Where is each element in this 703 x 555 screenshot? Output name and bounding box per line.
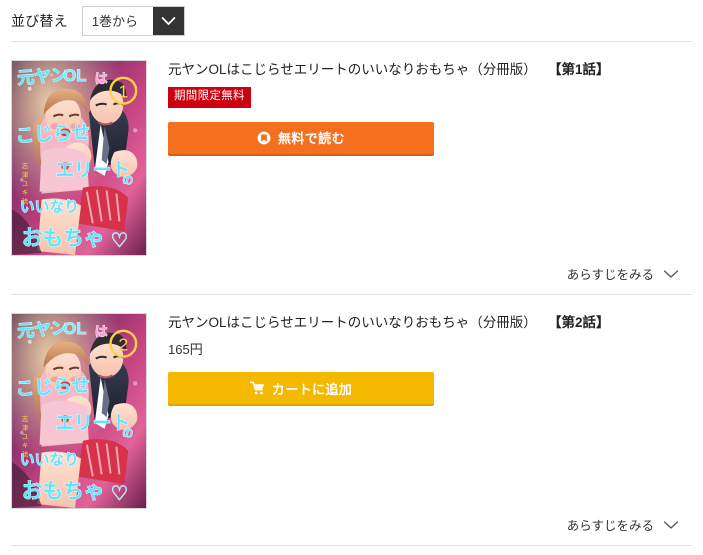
- read-free-button[interactable]: 無料で読む: [168, 121, 434, 154]
- product-title-text: 元ヤンOLはこじらせエリートのいいなりおもちゃ（分冊版）: [168, 62, 537, 77]
- svg-text:津: 津: [22, 171, 29, 179]
- sort-select[interactable]: 1巻から: [81, 5, 185, 36]
- svg-text:元ヤン: 元ヤン: [17, 65, 68, 88]
- synopsis-toggle[interactable]: あらすじをみる: [567, 515, 679, 534]
- product-price: 165円: [168, 342, 203, 358]
- svg-text:OL: OL: [63, 319, 86, 338]
- book-cover-thumbnail[interactable]: 元ヤン OL は こじらせ エリート の いいなり おもちゃ ♡ 志津ユ キ琉 …: [11, 313, 147, 509]
- cover-volume-number: 1: [118, 82, 128, 102]
- product-info: 元ヤンOLはこじらせエリートのいいなりおもちゃ（分冊版） 【第2話】 165円 カ…: [147, 313, 692, 405]
- sort-bar: 並び替え 1巻から: [0, 0, 703, 36]
- product-item: 元ヤン OL は こじらせ エリート の いいなり おもちゃ ♡ 志津ユ キ琉 …: [0, 295, 703, 534]
- chevron-down-icon: [663, 520, 679, 530]
- svg-text:エリート: エリート: [55, 412, 130, 433]
- svg-text:エリート: エリート: [55, 159, 130, 180]
- svg-text:志: 志: [22, 414, 29, 423]
- sort-select-value: 1巻から: [91, 14, 139, 29]
- cover-volume-number: 2: [118, 335, 128, 355]
- svg-text:いいなり: いいなり: [20, 451, 79, 468]
- svg-text:♡: ♡: [111, 483, 129, 505]
- book-cover-thumbnail[interactable]: 元ヤン OL は こじらせ エリート の いいなり おもちゃ ♡ 志津ユ キ琉: [11, 60, 147, 256]
- svg-text:元ヤン: 元ヤン: [17, 318, 68, 341]
- product-item: 元ヤン OL は こじらせ エリート の いいなり おもちゃ ♡ 志津ユ キ琉: [0, 42, 703, 283]
- product-title[interactable]: 元ヤンOLはこじらせエリートのいいなりおもちゃ（分冊版） 【第1話】: [168, 60, 692, 79]
- synopsis-label: あらすじをみる: [566, 519, 654, 533]
- svg-text:こじらせ: こじらせ: [15, 121, 90, 146]
- add-to-cart-button-label: カートに追加: [271, 381, 353, 397]
- svg-text:志: 志: [22, 161, 29, 170]
- svg-text:津: 津: [22, 424, 29, 432]
- svg-text:♡: ♡: [111, 230, 129, 252]
- svg-text:おもちゃ: おもちゃ: [22, 480, 105, 503]
- divider-bottom: [11, 545, 692, 546]
- read-free-button-label: 無料で読む: [277, 131, 345, 147]
- book-icon: [257, 131, 271, 145]
- synopsis-toggle[interactable]: あらすじをみる: [567, 264, 679, 283]
- svg-text:おもちゃ: おもちゃ: [22, 227, 105, 250]
- product-episode: 【第1話】: [554, 62, 610, 77]
- svg-text:こじらせ: こじらせ: [15, 374, 90, 399]
- svg-text:琉: 琉: [22, 450, 29, 459]
- svg-text:は: は: [95, 71, 108, 86]
- svg-text:の: の: [122, 174, 133, 187]
- svg-text:ユ: ユ: [22, 434, 28, 441]
- svg-text:キ: キ: [22, 443, 28, 450]
- product-info: 元ヤンOLはこじらせエリートのいいなりおもちゃ（分冊版） 【第1話】 期間限定無料…: [147, 60, 692, 154]
- chevron-down-icon: [663, 269, 679, 279]
- status-badge: 期間限定無料: [168, 87, 251, 108]
- add-to-cart-button[interactable]: カートに追加: [168, 372, 434, 405]
- cart-icon: [249, 381, 265, 395]
- synopsis-label: あらすじをみる: [566, 268, 654, 282]
- svg-text:の: の: [122, 427, 133, 440]
- svg-text:ユ: ユ: [22, 181, 28, 188]
- product-title[interactable]: 元ヤンOLはこじらせエリートのいいなりおもちゃ（分冊版） 【第2話】: [168, 313, 692, 332]
- svg-text:いいなり: いいなり: [20, 198, 79, 215]
- svg-text:は: は: [95, 324, 108, 339]
- svg-text:琉: 琉: [22, 197, 29, 206]
- svg-text:キ: キ: [22, 190, 28, 197]
- product-title-text: 元ヤンOLはこじらせエリートのいいなりおもちゃ（分冊版）: [168, 315, 537, 330]
- sort-label: 並び替え: [11, 12, 68, 29]
- chevron-down-icon[interactable]: [152, 6, 184, 35]
- product-episode: 【第2話】: [554, 315, 610, 330]
- svg-text:OL: OL: [63, 66, 86, 85]
